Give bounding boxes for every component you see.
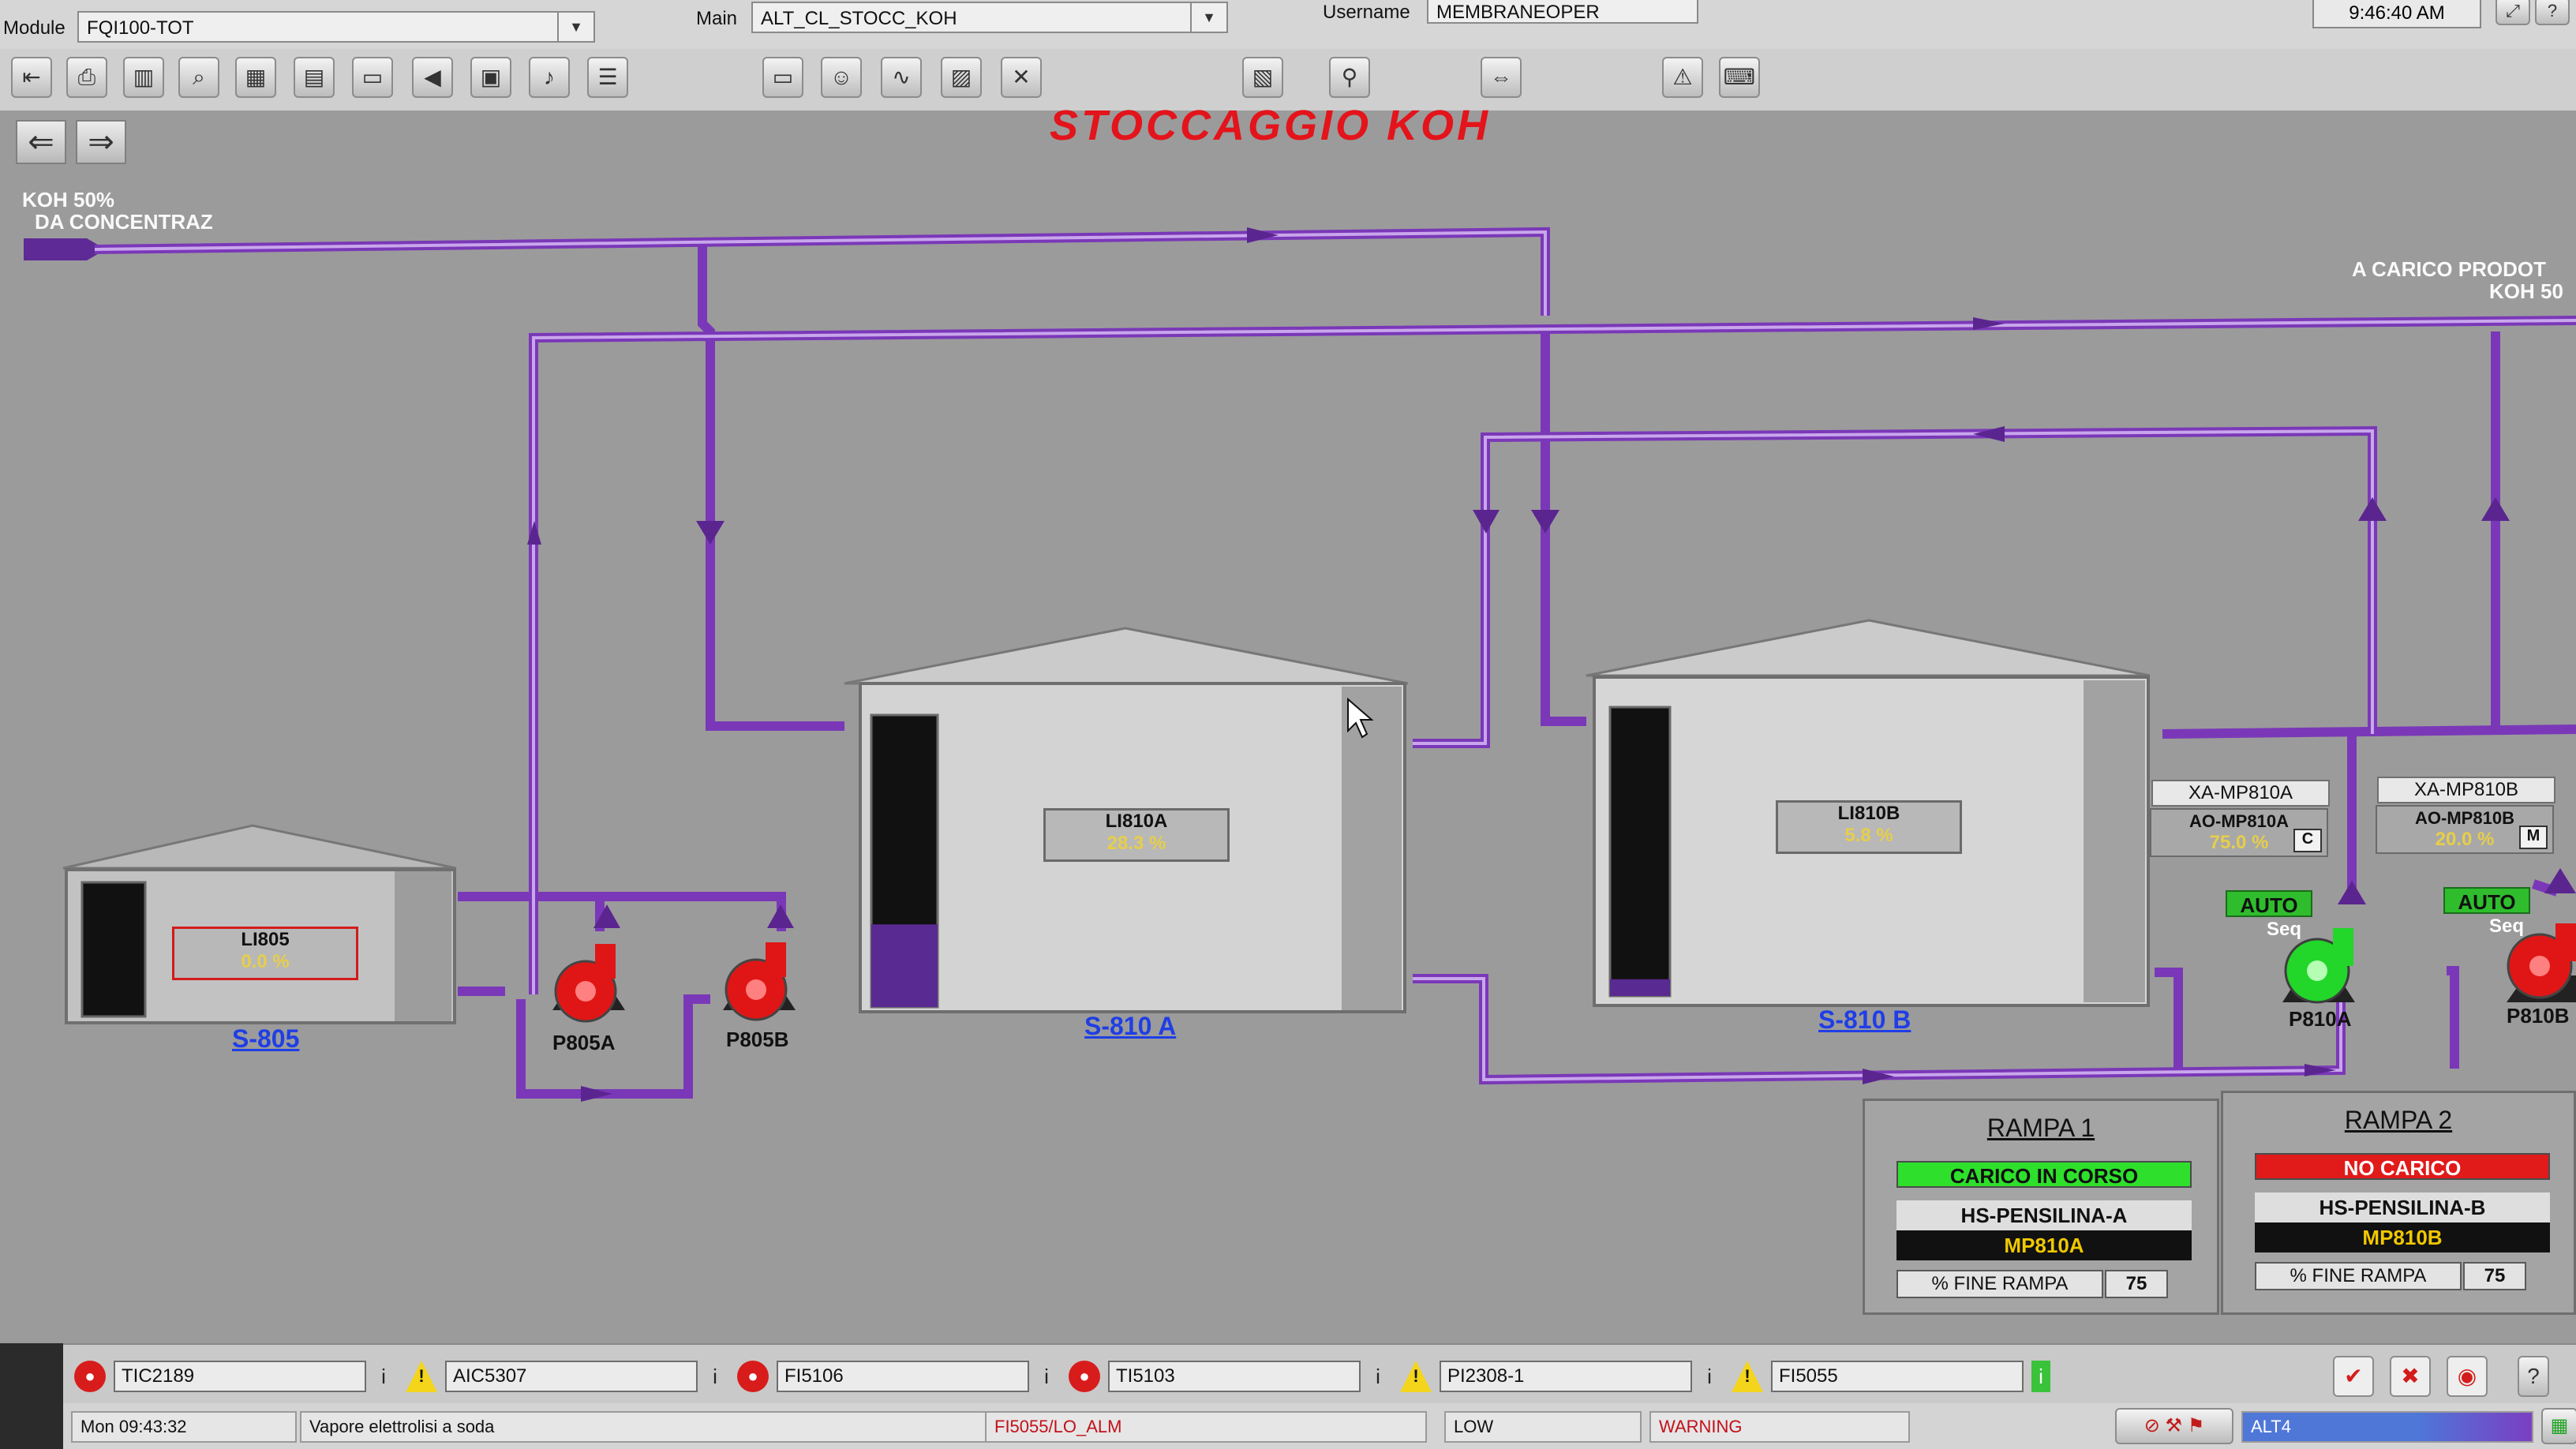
rampa-title: RAMPA 1 <box>1986 1114 2095 1142</box>
fine-rampa-label: % FINE RAMPA <box>2255 1262 2462 1290</box>
rampa-1-panel: RAMPA 1 CARICO IN CORSO HS-PENSILINA-A M… <box>1863 1099 2219 1315</box>
alarm-red-icon: ● <box>74 1361 106 1392</box>
mode-indicator[interactable]: C <box>2293 829 2322 852</box>
pump-p805a-icon <box>552 944 625 1023</box>
tank-level-gauge <box>80 881 147 1018</box>
status-severity: WARNING <box>1649 1411 1910 1443</box>
warning-icon: ! <box>406 1361 437 1392</box>
info-icon[interactable]: i <box>1700 1361 1719 1392</box>
status-message: Vapore elettrolisi a soda <box>300 1411 1026 1443</box>
alarm-tag[interactable]: PI2308-1 <box>1440 1361 1692 1392</box>
rampa-status: NO CARICO <box>2255 1153 2550 1180</box>
alarm-summary-icon[interactable]: ◉ <box>2447 1356 2488 1397</box>
tank-level-fill <box>1610 979 1670 996</box>
rampa-status: CARICO IN CORSO <box>1896 1161 2192 1188</box>
mode-indicator[interactable]: M <box>2519 826 2548 849</box>
alarm-tag[interactable]: AIC5307 <box>445 1361 698 1392</box>
warning-icon: ! <box>1400 1361 1432 1392</box>
tank-name-s805[interactable]: S-805 <box>232 1024 299 1054</box>
info-icon[interactable]: i <box>1368 1361 1387 1392</box>
auto-mode-button[interactable]: AUTO <box>2443 887 2530 914</box>
tank-level-fill <box>871 924 938 1007</box>
tank-name-s810b[interactable]: S-810 B <box>1818 1005 1911 1035</box>
level-value: 0.0 % <box>241 951 290 972</box>
info-icon[interactable]: i <box>1037 1361 1056 1392</box>
silence-icon[interactable]: ✖ <box>2390 1356 2431 1397</box>
status-datetime: Mon 09:43:32 <box>71 1411 297 1443</box>
alarm-tag[interactable]: TI5103 <box>1108 1361 1361 1392</box>
info-icon[interactable]: i <box>2031 1361 2050 1392</box>
rampa-title: RAMPA 2 <box>2344 1106 2453 1134</box>
level-indicator-li810a[interactable]: LI810A 28.3 % <box>1043 808 1230 862</box>
fine-rampa-value[interactable]: 75 <box>2463 1262 2526 1290</box>
level-value: 28.3 % <box>1106 833 1166 854</box>
inlet-arrow-icon <box>24 238 106 260</box>
level-tag: LI810B <box>1837 803 1900 824</box>
rampa-pump: MP810A <box>1896 1230 2192 1260</box>
pump-label-p810a: P810A <box>2289 1007 2352 1031</box>
acknowledge-icon[interactable]: ✔ <box>2333 1356 2374 1397</box>
xa-mp810b-box[interactable]: XA-MP810B <box>2377 777 2555 803</box>
pump-label-p805b: P805B <box>726 1028 789 1051</box>
pump-p805b-icon <box>723 942 796 1021</box>
alarm-filter-icons[interactable]: ⊘ ⚒ ⚑ <box>2115 1408 2233 1444</box>
rampa-2-panel: RAMPA 2 NO CARICO HS-PENSILINA-B MP810B … <box>2221 1091 2576 1315</box>
tank-level-gauge <box>1608 706 1672 998</box>
info-icon[interactable]: i <box>706 1361 724 1392</box>
seq-label: Seq <box>2267 919 2302 940</box>
status-level: LOW <box>1444 1411 1642 1443</box>
level-indicator-li810b[interactable]: LI810B 5.8 % <box>1776 800 1962 854</box>
level-tag: LI805 <box>241 929 290 950</box>
hs-pensilina-label: HS-PENSILINA-B <box>2255 1193 2550 1222</box>
flow-arrows <box>527 227 2576 1102</box>
status-alarm-tag[interactable]: FI5055/LO_ALM <box>985 1411 1427 1443</box>
status-line: Mon 09:43:32 Vapore elettrolisi a soda F… <box>63 1403 2576 1449</box>
alarm-red-icon: ● <box>1069 1361 1100 1392</box>
alarm-tag[interactable]: FI5055 <box>1771 1361 2024 1392</box>
help-icon[interactable]: ? <box>2518 1356 2549 1397</box>
rampa-pump: MP810B <box>2255 1222 2550 1252</box>
warning-icon: ! <box>1732 1361 1763 1392</box>
level-indicator-li805[interactable]: LI805 0.0 % <box>172 927 358 980</box>
alarm-tag[interactable]: TIC2189 <box>114 1361 366 1392</box>
ao-mp810a-box[interactable]: AO-MP810A 75.0 % C <box>2150 808 2328 857</box>
alarm-tag[interactable]: FI5106 <box>777 1361 1029 1392</box>
ao-mp810b-box[interactable]: AO-MP810B 20.0 % M <box>2376 805 2554 854</box>
grid-status-icon[interactable]: ▦ <box>2541 1408 2576 1444</box>
tank-s805 <box>62 824 457 1024</box>
alarm-bar: ● TIC2189 i ! AIC5307 i ● FI5106 i ● TI5… <box>63 1343 2576 1405</box>
level-value: 5.8 % <box>1844 825 1893 846</box>
area-indicator[interactable]: ALT4 <box>2241 1411 2533 1443</box>
auto-mode-button[interactable]: AUTO <box>2226 890 2312 917</box>
pump-label-p805a: P805A <box>552 1031 616 1054</box>
pump-label-p810b: P810B <box>2507 1004 2570 1028</box>
fine-rampa-value[interactable]: 75 <box>2105 1270 2168 1298</box>
info-icon[interactable]: i <box>374 1361 393 1392</box>
seq-label: Seq <box>2489 915 2525 937</box>
xa-mp810a-box[interactable]: XA-MP810A <box>2151 780 2330 807</box>
tank-name-s810a[interactable]: S-810 A <box>1084 1012 1176 1041</box>
fine-rampa-label: % FINE RAMPA <box>1896 1270 2103 1298</box>
level-tag: LI810A <box>1105 811 1168 832</box>
alarm-red-icon: ● <box>737 1361 769 1392</box>
hs-pensilina-label: HS-PENSILINA-A <box>1896 1200 2192 1230</box>
